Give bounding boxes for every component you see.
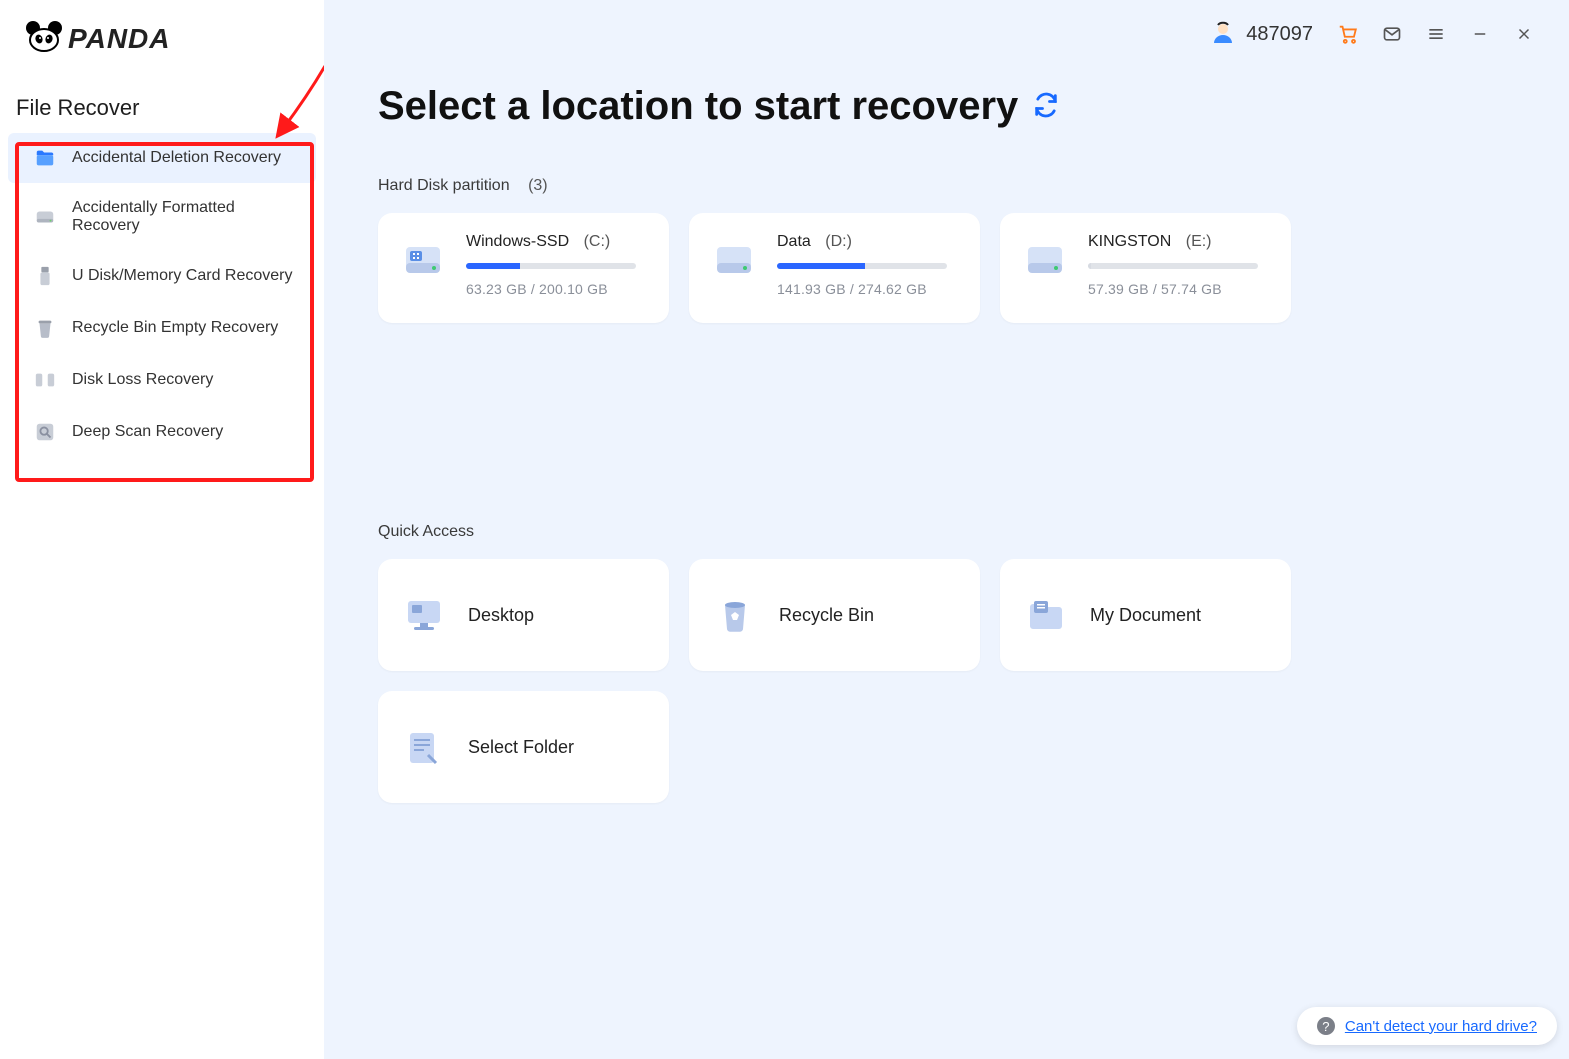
partition-section-label: Hard Disk partition (3) — [378, 177, 1517, 195]
split-disks-icon — [34, 369, 56, 391]
cart-icon[interactable] — [1329, 15, 1367, 53]
titlebar: 487097 — [324, 0, 1569, 58]
mail-icon[interactable] — [1373, 15, 1411, 53]
drive-hdd-icon — [1022, 237, 1068, 283]
partition-info: KINGSTON (E:) 57.39 GB / 57.74 GB — [1088, 233, 1269, 303]
quick-card-desktop[interactable]: Desktop — [378, 559, 669, 671]
partition-count: (3) — [528, 177, 548, 194]
content: Select a location to start recovery Hard… — [324, 58, 1569, 833]
usage-bar — [1088, 263, 1258, 269]
usage-bar — [466, 263, 636, 269]
page-title-row: Select a location to start recovery — [378, 84, 1060, 129]
usage-bar — [777, 263, 947, 269]
select-folder-icon — [402, 725, 446, 769]
bin-icon — [34, 317, 56, 339]
sidebar-title: File Recover — [0, 73, 324, 125]
sidebar-item-label: Accidentally Formatted Recovery — [72, 199, 300, 235]
sidebar-item-label: Disk Loss Recovery — [72, 371, 213, 389]
usage-fill — [466, 263, 520, 269]
sidebar: PANDA File Recover Accidental Deletion R… — [0, 0, 324, 1059]
drive-hdd-icon — [711, 237, 757, 283]
usage-fill — [777, 263, 865, 269]
sidebar-item-formatted[interactable]: Accidentally Formatted Recovery — [8, 185, 316, 249]
partition-info: Windows-SSD (C:) 63.23 GB / 200.10 GB — [466, 233, 647, 303]
sidebar-item-disk-loss[interactable]: Disk Loss Recovery — [8, 355, 316, 405]
usage-fill — [1088, 263, 1091, 269]
quick-access-label: Quick Access — [378, 523, 1517, 541]
usage-text: 141.93 GB / 274.62 GB — [777, 281, 958, 297]
partition-info: Data (D:) 141.93 GB / 274.62 GB — [777, 233, 958, 303]
drive-icon — [34, 206, 56, 228]
partition-card-e[interactable]: KINGSTON (E:) 57.39 GB / 57.74 GB — [1000, 213, 1291, 323]
sidebar-item-usb[interactable]: U Disk/Memory Card Recovery — [8, 251, 316, 301]
drive-ssd-icon — [400, 237, 446, 283]
avatar-icon[interactable] — [1210, 19, 1236, 50]
sidebar-item-label: U Disk/Memory Card Recovery — [72, 267, 292, 285]
refresh-button[interactable] — [1032, 84, 1060, 129]
brand-name: PANDA — [68, 23, 170, 55]
partition-name-row: KINGSTON (E:) — [1088, 233, 1269, 251]
quick-label: My Document — [1090, 605, 1201, 626]
quick-label: Desktop — [468, 605, 534, 626]
usage-text: 57.39 GB / 57.74 GB — [1088, 281, 1269, 297]
page-title: Select a location to start recovery — [378, 84, 1018, 129]
usb-icon — [34, 265, 56, 287]
user-id: 487097 — [1246, 23, 1313, 46]
brand-logo: PANDA — [0, 0, 324, 73]
bin-large-icon — [713, 593, 757, 637]
partition-cards: Windows-SSD (C:) 63.23 GB / 200.10 GB — [378, 213, 1517, 323]
partition-card-c[interactable]: Windows-SSD (C:) 63.23 GB / 200.10 GB — [378, 213, 669, 323]
quick-access-cards: Desktop Recycle Bin My Document — [378, 559, 1517, 803]
scan-icon — [34, 421, 56, 443]
partition-name-row: Windows-SSD (C:) — [466, 233, 647, 251]
quick-card-my-document[interactable]: My Document — [1000, 559, 1291, 671]
app-root: PANDA File Recover Accidental Deletion R… — [0, 0, 1569, 1059]
sidebar-item-label: Deep Scan Recovery — [72, 423, 223, 441]
sidebar-item-label: Recycle Bin Empty Recovery — [72, 319, 278, 337]
help-pill[interactable]: ? Can't detect your hard drive? — [1297, 1007, 1557, 1045]
quick-card-select-folder[interactable]: Select Folder — [378, 691, 669, 803]
quick-card-recycle-bin[interactable]: Recycle Bin — [689, 559, 980, 671]
quick-label: Recycle Bin — [779, 605, 874, 626]
folder-doc-icon — [1024, 593, 1068, 637]
sidebar-item-label: Accidental Deletion Recovery — [72, 149, 281, 167]
minimize-button[interactable] — [1461, 15, 1499, 53]
main-panel: 487097 Select a location to start recove… — [324, 0, 1569, 1059]
panda-logo-icon — [26, 20, 62, 57]
partition-card-d[interactable]: Data (D:) 141.93 GB / 274.62 GB — [689, 213, 980, 323]
help-link[interactable]: Can't detect your hard drive? — [1345, 1018, 1537, 1035]
desktop-icon — [402, 593, 446, 637]
usage-text: 63.23 GB / 200.10 GB — [466, 281, 647, 297]
folder-icon — [34, 147, 56, 169]
sidebar-item-accidental-deletion[interactable]: Accidental Deletion Recovery — [8, 133, 316, 183]
help-icon: ? — [1317, 1017, 1335, 1035]
sidebar-item-recycle-bin[interactable]: Recycle Bin Empty Recovery — [8, 303, 316, 353]
close-button[interactable] — [1505, 15, 1543, 53]
quick-label: Select Folder — [468, 737, 574, 758]
partition-name-row: Data (D:) — [777, 233, 958, 251]
sidebar-list: Accidental Deletion Recovery Accidentall… — [0, 125, 324, 471]
menu-icon[interactable] — [1417, 15, 1455, 53]
sidebar-item-deep-scan[interactable]: Deep Scan Recovery — [8, 407, 316, 457]
